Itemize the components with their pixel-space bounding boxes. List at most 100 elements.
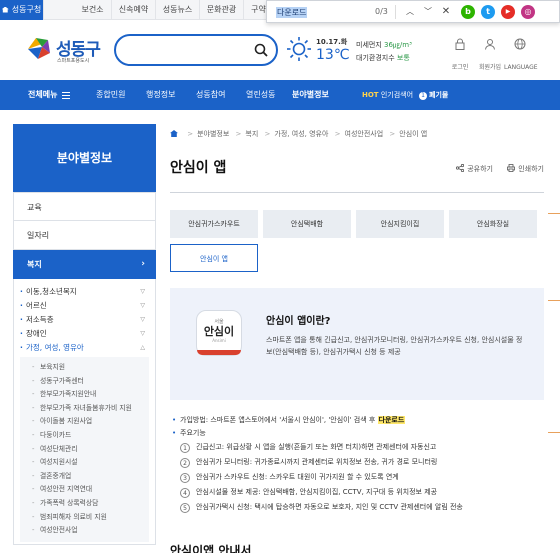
app-icon-english: Ansimi [212, 338, 226, 343]
close-icon[interactable]: ✕ [439, 5, 453, 19]
tab-seongdong-gucheong[interactable]: 성동구청 [0, 0, 44, 20]
search-input[interactable] [114, 34, 278, 66]
sidebar-sub-label: 이동,청소년복지 [26, 287, 77, 296]
tab-culture-tour[interactable]: 문화관광 [200, 0, 244, 20]
breadcrumb-item: 안심이 앱 [399, 130, 428, 138]
divider [395, 5, 396, 19]
popular-keywords[interactable]: HOT 인기검색어 1 폐기물 [362, 80, 448, 110]
sidebar-third-item[interactable]: 여성단체관리 [20, 443, 149, 457]
nav-field-info[interactable]: 분야별정보 [292, 80, 329, 110]
sidebar-sub-seniors[interactable]: 어르신 ▽ [14, 299, 155, 313]
language-label: LANGUAGE [504, 64, 538, 71]
sidebar-third-item[interactable]: 한부모가족 자녀돌봄휴가비 지원 [20, 402, 149, 416]
sidebar-sub-low-income[interactable]: 저소득층 ▽ [14, 313, 155, 327]
breadcrumb-separator: > [264, 130, 271, 138]
tab-safe-guard-house[interactable]: 안심지킴이집 [356, 210, 444, 238]
twitter-icon[interactable]: t [481, 5, 495, 19]
breadcrumb-separator: > [187, 130, 194, 138]
share-button[interactable]: 공유하기 [456, 164, 493, 174]
chevron-down-icon: ▽ [140, 330, 145, 337]
feature-item: 2 안심귀가 모니터링: 귀가종료시까지 관제센터로 위치정보 전송, 귀가 경로… [170, 455, 544, 470]
breadcrumb-item[interactable]: 분야별정보 [197, 130, 229, 138]
tab-label: 문화관광 [206, 5, 237, 14]
sidebar-third-item[interactable]: 여성안전 지역연대 [20, 483, 149, 497]
sidebar-item-welfare[interactable]: 복지 › [13, 250, 156, 279]
lock-icon [455, 38, 465, 50]
seongdong-logo-icon [28, 38, 50, 59]
chevron-down-icon: ▽ [140, 288, 145, 295]
sidebar-third-item[interactable]: 한부모가족지원안내 [20, 388, 149, 402]
sidebar-item-jobs[interactable]: 일자리 [13, 221, 156, 250]
find-query-input[interactable]: 다운로드 [276, 7, 308, 18]
youtube-icon[interactable]: ▶ [501, 5, 515, 19]
nav-open-seongdong[interactable]: 열린성동 [246, 80, 275, 110]
nav-participation[interactable]: 성동참여 [196, 80, 225, 110]
blog-icon[interactable]: b [461, 5, 475, 19]
breadcrumb-item[interactable]: 가정, 여성, 영유아 [274, 130, 328, 138]
sidebar-third-item[interactable]: 보육지원 [20, 361, 149, 375]
sidebar-sub-family-women[interactable]: 가정, 여성, 영유아 △ [14, 341, 155, 355]
breadcrumb-separator: > [389, 130, 396, 138]
hot-keyword: 폐기물 [429, 91, 449, 99]
site-logo[interactable]: 성동구 스마트포용도시 [26, 33, 106, 69]
tab-quick-reservation[interactable]: 신속예약 [112, 0, 156, 20]
print-button[interactable]: 인쇄하기 [507, 164, 544, 174]
tab-safe-parcel-box[interactable]: 안심택배함 [263, 210, 351, 238]
breadcrumb-item[interactable]: 여성안전사업 [345, 130, 384, 138]
language-link[interactable]: LANGUAGE [504, 38, 538, 71]
all-menu-label: 전체메뉴 [28, 90, 58, 99]
sidebar-third-item[interactable]: 결혼중개업 [20, 470, 149, 484]
breadcrumb-separator: > [334, 130, 341, 138]
feature-text: 긴급신고: 위급상황 시 앱을 실행(흔들기 또는 화면 터치)하면 관제센터에… [196, 443, 437, 451]
user-icon [485, 39, 495, 50]
weather-widget: 10.17.화 13℃ 미세먼지 36㎍/m³ 대기환경지수 보통 [286, 34, 436, 70]
print-icon [507, 164, 516, 172]
sidebar-third-item[interactable]: 가족폭력 상록력상담 [20, 497, 149, 511]
nav-admin-info[interactable]: 행정정보 [146, 80, 175, 110]
tab-ansimi-app[interactable]: 안심이 앱 [170, 244, 258, 272]
sidebar-third-item[interactable]: 범죄피해자 의료비 지원 [20, 511, 149, 525]
home-icon[interactable] [170, 130, 178, 137]
signup-link[interactable]: 회원가입 [474, 38, 506, 71]
sidebar-sub-label: 장애인 [26, 329, 47, 338]
sidebar-sub-child-youth[interactable]: 이동,청소년복지 ▽ [14, 285, 155, 299]
feature-item: 3 안심귀가 스카우트 신청: 스카우트 대원이 귀가지원 할 수 있도록 연계 [170, 470, 544, 485]
logo-slogan: 스마트포용도시 [57, 58, 90, 64]
sidebar-item-label: 복지 [27, 260, 42, 269]
sidebar-third-item[interactable]: 여성지원시설 [20, 456, 149, 470]
hamburger-icon [62, 92, 70, 99]
nav-civil-service[interactable]: 종합민원 [96, 80, 125, 110]
app-icon-name: 안심이 [203, 325, 235, 338]
search-highlight: 다운로드 [377, 416, 406, 424]
tab-health-center[interactable]: 보건소 [74, 0, 112, 20]
scroll-marker [548, 213, 560, 214]
search-icon[interactable] [254, 43, 268, 57]
air-quality-label: 대기환경지수 [356, 54, 395, 62]
breadcrumb-item[interactable]: 복지 [245, 130, 258, 138]
chevron-down-icon[interactable]: ﹀ [421, 5, 435, 19]
fine-dust-label: 미세먼지 [356, 41, 382, 49]
find-match-count: 0/3 [375, 7, 388, 16]
sidebar-item-education[interactable]: 교육 [13, 192, 156, 221]
fine-dust-value: 36㎍/m³ [384, 41, 412, 49]
sidebar-third-item[interactable]: 성동구가족센터 [20, 375, 149, 389]
feature-item: 4 안심시설물 정보 제공: 안심택배함, 안심지킴이집, CCTV, 지구대 등… [170, 485, 544, 500]
sidebar-third-item[interactable]: 아이돌봄 지원사업 [20, 415, 149, 429]
all-menu-button[interactable]: 전체메뉴 [0, 80, 76, 110]
weather-temperature: 13℃ [316, 47, 350, 63]
number-badge: 4 [180, 488, 190, 498]
tab-seongdong-news[interactable]: 성동뉴스 [156, 0, 200, 20]
chevron-up-icon[interactable]: ︿ [403, 5, 417, 19]
login-label: 로그인 [451, 64, 469, 71]
tab-safe-return-scout[interactable]: 안심귀가스카우트 [170, 210, 258, 238]
scroll-marker [548, 300, 560, 301]
sidebar-third-item[interactable]: 다둥이카드 [20, 429, 149, 443]
login-link[interactable]: 로그인 [444, 38, 476, 71]
chevron-right-icon: › [141, 259, 145, 269]
instagram-icon[interactable]: ◎ [521, 5, 535, 19]
sidebar-sub-disabled[interactable]: 장애인 ▽ [14, 327, 155, 341]
sidebar-third-item[interactable]: 여성안전사업 [20, 524, 149, 538]
tab-safe-restroom[interactable]: 안심화장실 [449, 210, 537, 238]
breadcrumb: > 분야별정보 > 복지 > 가정, 여성, 영유아 > 여성안전사업 > 안심이 앱 [170, 129, 427, 139]
intro-description: 스마트폰 앱을 통해 긴급신고, 안심귀가모니터링, 안심귀가스카우트 신청, … [266, 336, 523, 356]
